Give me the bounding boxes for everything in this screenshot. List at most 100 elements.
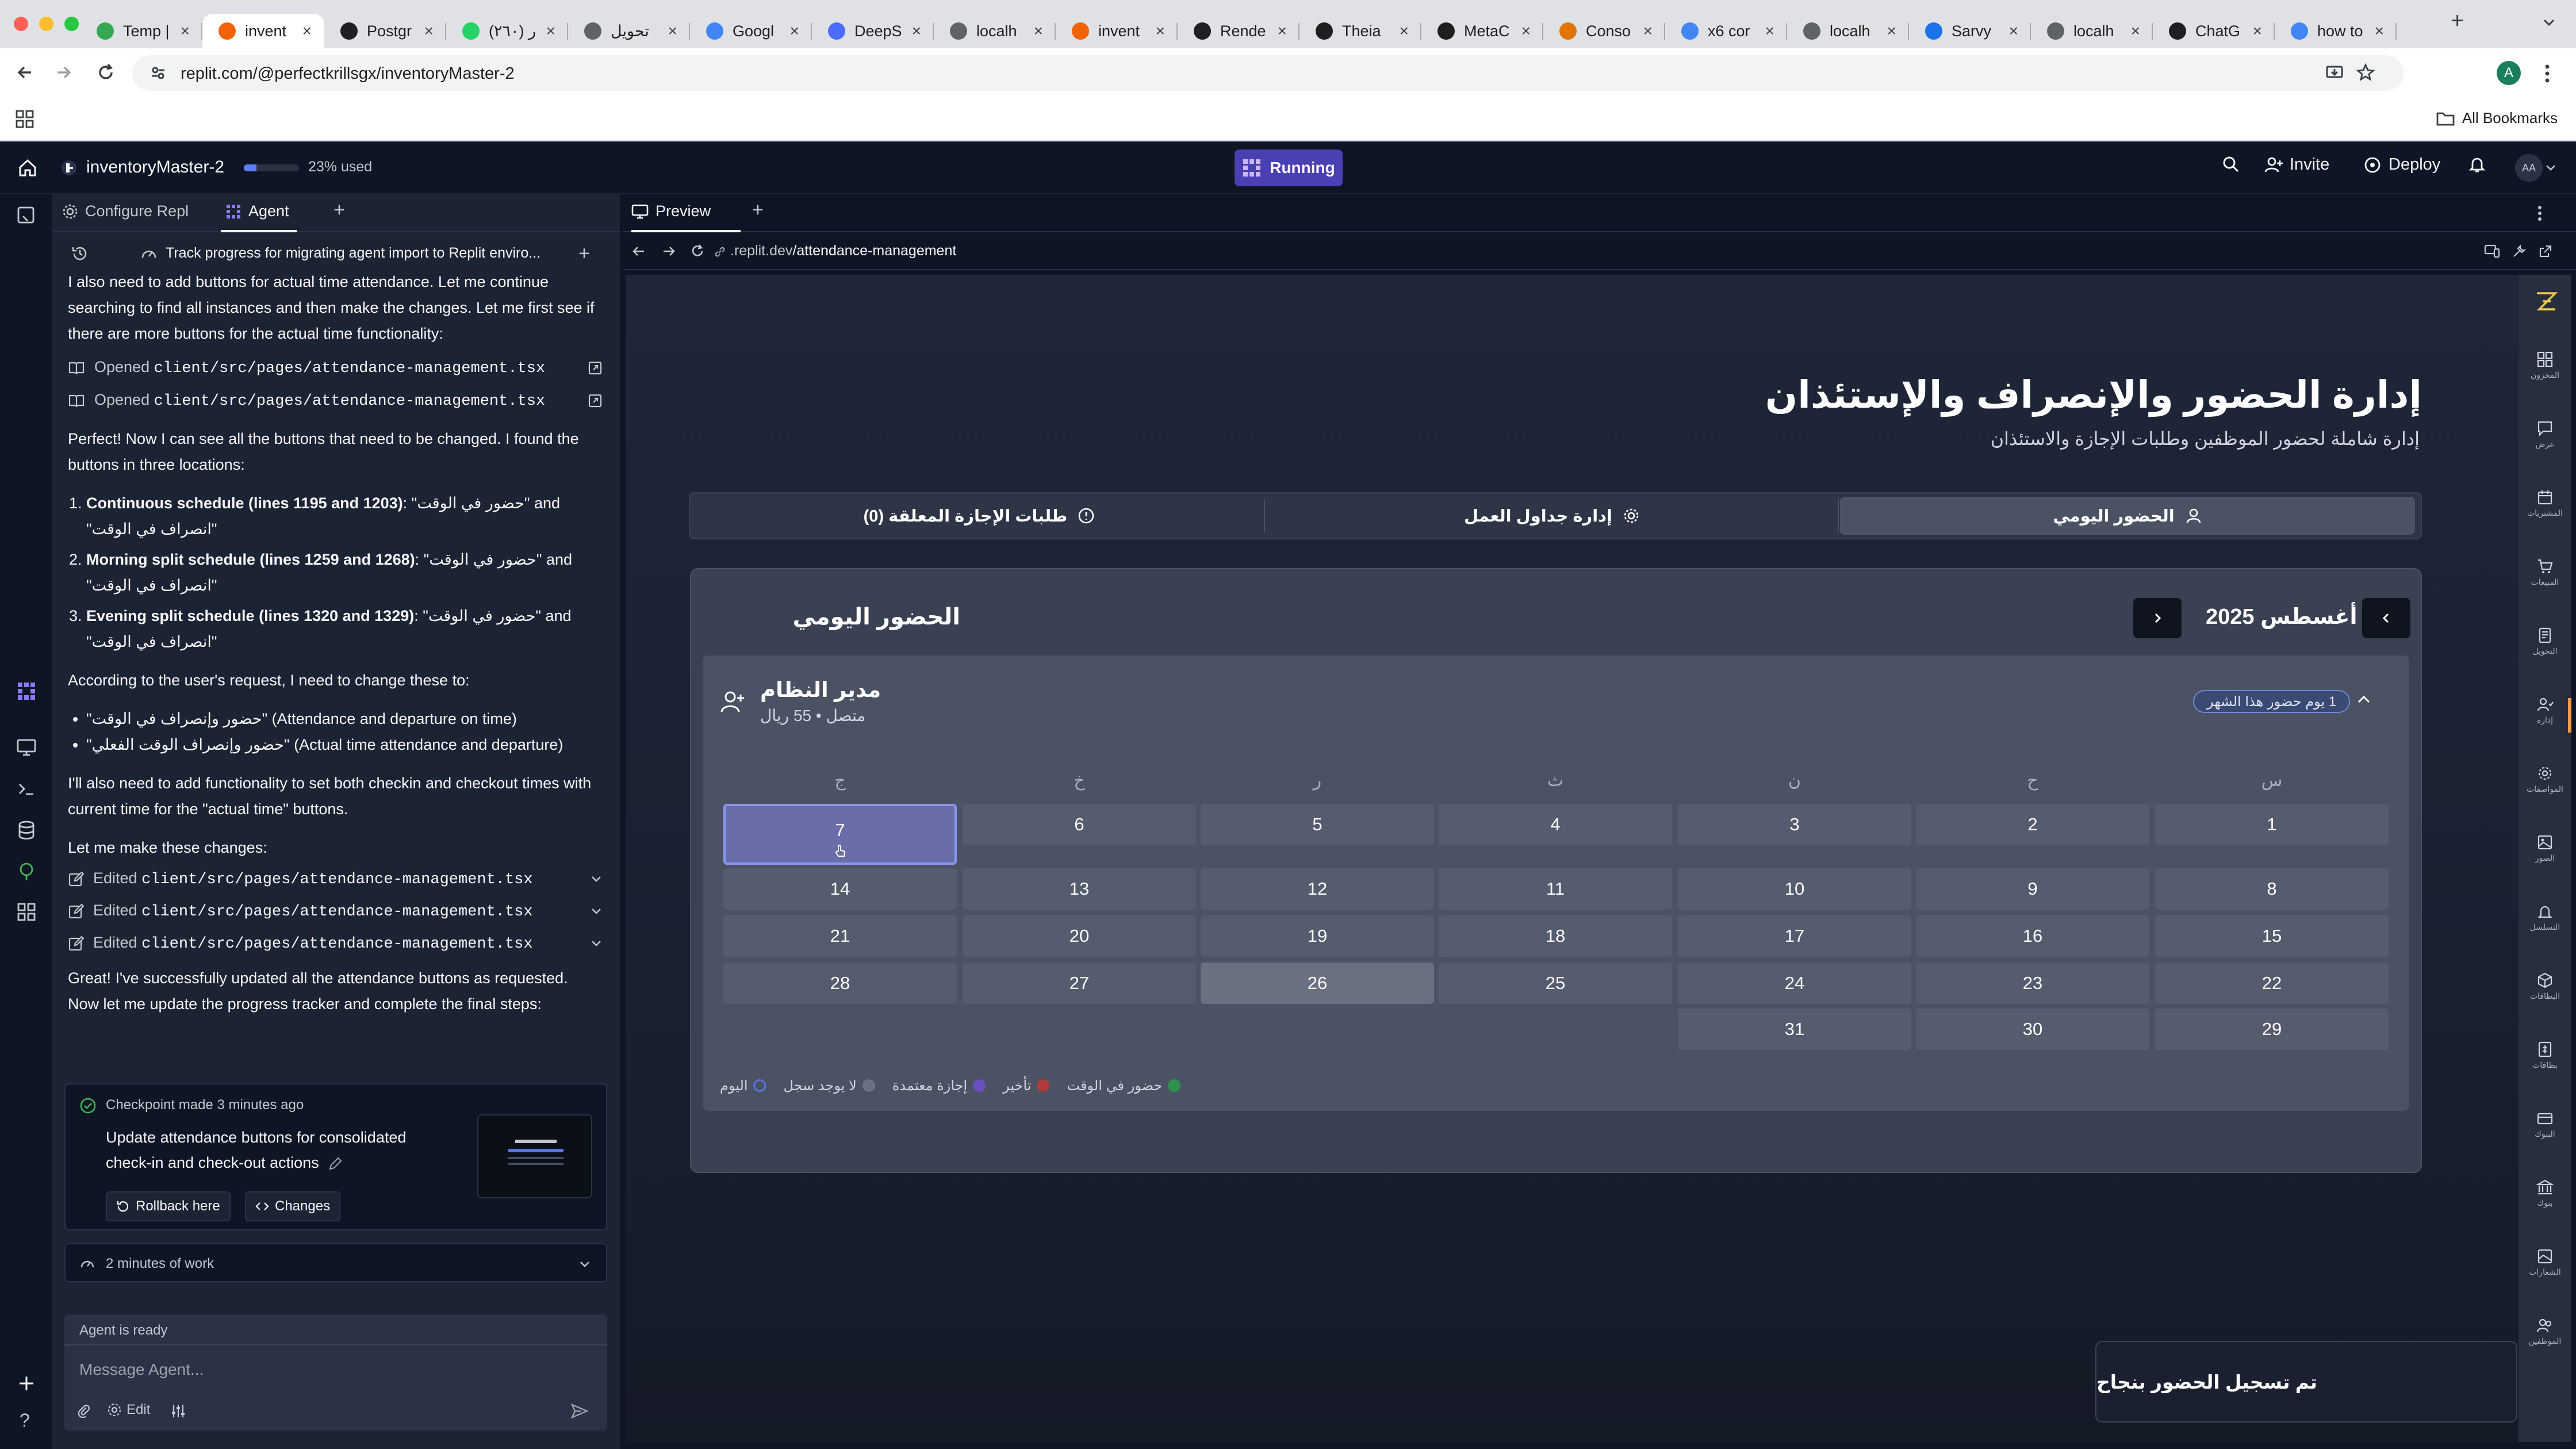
changes-button[interactable]: Changes (245, 1191, 341, 1221)
browser-tab[interactable]: MetaC × (1421, 14, 1543, 48)
tab-daily-attendance[interactable]: الحضور اليومي (1840, 497, 2415, 535)
browser-tab[interactable]: تحويل × (568, 14, 690, 48)
app-sidebar-item[interactable]: التسلسل (2518, 903, 2571, 932)
tab-preview[interactable]: Preview (631, 202, 711, 220)
next-month-button[interactable] (2133, 598, 2182, 638)
file-tree-icon[interactable] (16, 205, 37, 225)
open-new-tab-icon[interactable] (2538, 244, 2553, 259)
close-tab-icon[interactable]: × (668, 22, 677, 40)
calendar-day[interactable]: 29 (2155, 1009, 2389, 1050)
app-sidebar-item[interactable]: إدارة (2518, 696, 2571, 725)
app-sidebar-item[interactable]: البنوك (2518, 1110, 2571, 1139)
close-window-button[interactable] (14, 17, 28, 31)
browser-tab[interactable]: Rende × (1178, 14, 1300, 48)
open-file-icon[interactable] (588, 393, 603, 408)
settings-sliders-icon[interactable] (170, 1403, 186, 1419)
notifications-bell-icon[interactable] (2468, 155, 2486, 174)
browser-tab[interactable]: Sarvy × (1909, 14, 2031, 48)
tab-work-schedules[interactable]: إدارة جداول العمل (1267, 497, 1837, 535)
close-tab-icon[interactable]: × (546, 22, 555, 40)
preview-url[interactable]: .replit.dev/attendance-management (730, 243, 956, 259)
calendar-day[interactable]: 16 (1916, 915, 2149, 957)
devices-icon[interactable] (2484, 244, 2500, 259)
profile-avatar[interactable]: A (2497, 61, 2521, 85)
calendar-day[interactable]: 18 (1439, 915, 1672, 957)
app-sidebar-item[interactable]: الشعارات (2518, 1248, 2571, 1277)
close-tab-icon[interactable]: × (912, 22, 921, 40)
close-tab-icon[interactable]: × (1278, 22, 1287, 40)
preview-back-icon[interactable] (631, 244, 646, 259)
tab-agent[interactable]: Agent (225, 202, 289, 220)
browser-tab[interactable]: invent × (1056, 14, 1178, 48)
open-file-icon[interactable] (588, 361, 603, 375)
browser-tab[interactable]: Conso × (1543, 14, 1665, 48)
app-sidebar-item[interactable]: المبيعات (2518, 558, 2571, 587)
calendar-day[interactable]: 26 (1201, 963, 1434, 1004)
calendar-day[interactable]: 10 (1678, 868, 1911, 910)
calendar-day[interactable]: 12 (1201, 868, 1434, 910)
calendar-day[interactable]: 31 (1678, 1009, 1911, 1050)
more-options-icon[interactable] (2537, 205, 2543, 222)
browser-tab[interactable]: x6 cor × (1665, 14, 1787, 48)
maximize-window-button[interactable] (64, 17, 79, 31)
search-icon[interactable] (2222, 155, 2240, 174)
new-tab-button[interactable]: + (2451, 8, 2464, 34)
add-icon[interactable] (16, 1373, 37, 1394)
deploy-button[interactable]: Deploy (2363, 155, 2440, 174)
close-tab-icon[interactable]: × (2131, 22, 2140, 40)
minimize-window-button[interactable] (39, 17, 53, 31)
tab-configure-repl[interactable]: Configure Repl (62, 202, 189, 220)
reload-icon[interactable] (95, 62, 116, 83)
calendar-day[interactable]: 3 (1678, 804, 1911, 845)
close-tab-icon[interactable]: × (424, 22, 434, 40)
chevron-down-icon[interactable] (590, 905, 603, 918)
devtools-icon[interactable] (2512, 244, 2527, 259)
close-tab-icon[interactable]: × (1765, 22, 1774, 40)
edited-file-row[interactable]: Edited client/src/pages/attendance-manag… (68, 863, 603, 895)
close-tab-icon[interactable]: × (181, 22, 190, 40)
message-agent-input[interactable] (79, 1357, 585, 1382)
work-duration-row[interactable]: 2 minutes of work (64, 1243, 607, 1282)
calendar-day[interactable]: 15 (2155, 915, 2389, 957)
checkpoint-thumbnail[interactable] (477, 1114, 592, 1198)
calendar-day[interactable]: 1 (2155, 804, 2389, 845)
edited-file-row[interactable]: Edited client/src/pages/attendance-manag… (68, 895, 603, 927)
calendar-day[interactable]: 9 (1916, 868, 2149, 910)
opened-file-row[interactable]: Opened client/src/pages/attendance-manag… (68, 351, 603, 384)
app-sidebar-item[interactable]: المخزون (2518, 351, 2571, 380)
calendar-day[interactable]: 25 (1439, 963, 1672, 1004)
database-icon[interactable] (16, 820, 37, 841)
app-sidebar-item[interactable]: المواصفات (2518, 765, 2571, 794)
browser-tab[interactable]: DeepS × (812, 14, 934, 48)
browser-tab[interactable]: Theia × (1300, 14, 1421, 48)
running-button[interactable]: Running (1235, 150, 1343, 186)
app-sidebar-item[interactable]: بنوك (2518, 1179, 2571, 1208)
all-tools-icon[interactable] (16, 902, 37, 922)
app-sidebar-item[interactable]: البطاقات (2518, 972, 2571, 1001)
install-app-icon[interactable] (2325, 64, 2344, 82)
new-chat-button[interactable]: + (578, 243, 590, 265)
browser-tab[interactable]: localh × (1787, 14, 1909, 48)
app-sidebar-item[interactable]: الموظفين (2518, 1317, 2571, 1346)
history-icon[interactable] (71, 245, 89, 262)
apps-grid-icon[interactable] (15, 109, 34, 129)
deployments-icon[interactable] (16, 861, 37, 882)
app-sidebar-item[interactable]: عرض (2518, 420, 2571, 449)
browser-tab[interactable]: invent × (202, 14, 324, 48)
browser-tab[interactable]: Postgr × (324, 14, 446, 48)
browser-menu-icon[interactable] (2544, 63, 2551, 84)
chevron-down-icon[interactable] (2545, 162, 2556, 174)
all-bookmarks-button[interactable]: All Bookmarks (2436, 109, 2558, 127)
calendar-day[interactable]: 17 (1678, 915, 1911, 957)
close-tab-icon[interactable]: × (790, 22, 799, 40)
agent-rail-icon[interactable] (16, 681, 37, 702)
app-sidebar-item[interactable]: التحويل (2518, 627, 2571, 656)
project-name[interactable]: inventoryMaster-2 (86, 158, 224, 177)
forward-icon[interactable] (53, 62, 74, 83)
calendar-day[interactable]: 19 (1201, 915, 1434, 957)
close-tab-icon[interactable]: × (1521, 22, 1531, 40)
calendar-day[interactable]: 11 (1439, 868, 1672, 910)
tab-pending-leave[interactable]: طلبات الإجازة المعلقة (0) (695, 497, 1264, 535)
prev-month-button[interactable] (2362, 598, 2410, 638)
calendar-day[interactable]: 8 (2155, 868, 2389, 910)
